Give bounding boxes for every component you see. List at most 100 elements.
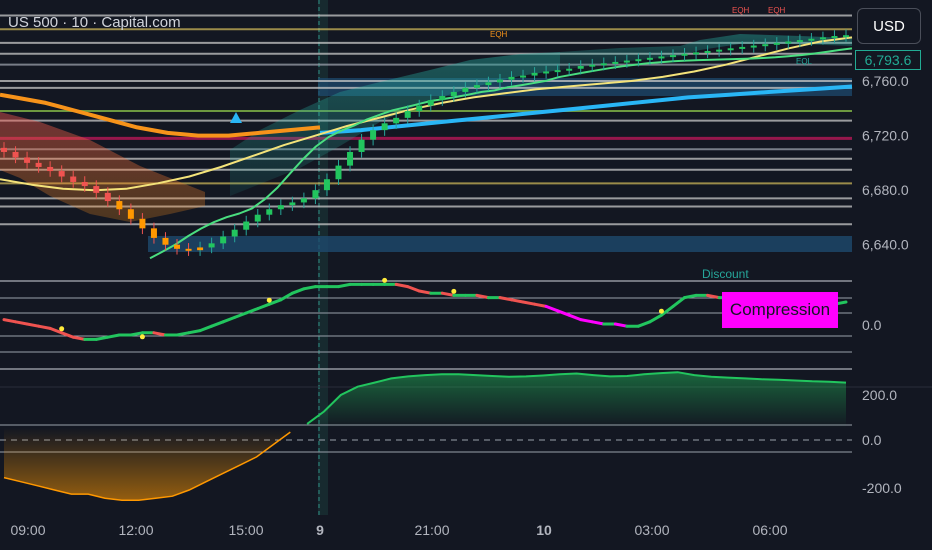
signal-dot [451,288,457,294]
oscillator-segment [233,311,248,319]
candle-body [323,179,330,191]
candle-body [704,51,711,54]
oscillator-axis-label: 0.0 [862,317,882,333]
oscillator-segment [556,309,571,317]
candle-body [485,82,492,86]
oscillator-segment [579,318,594,324]
oscillator-segment [175,331,191,337]
time-axis-label: 12:00 [118,522,153,538]
candle-body [185,248,192,251]
candle-body [47,166,54,172]
oscillator-segment [475,293,490,300]
oscillator-segment [279,291,294,302]
candle-body [393,117,400,124]
price-axis-label: 6,680.0 [862,182,909,198]
price-axis-label: 6,720.0 [862,128,909,144]
candle-body [427,100,434,106]
symbol-title: US 500 · 10 · Capital.com [8,14,181,31]
candle-body [231,229,238,237]
oscillator-segment [336,282,352,289]
oscillator-segment [533,302,548,308]
momentum-axis-label: 0.0 [862,432,882,448]
candle-body [254,214,261,222]
candle-body [358,139,365,152]
candle-body [612,61,619,64]
demand-zone [148,236,852,252]
candle-body [520,75,527,78]
oscillator-segment [683,293,698,300]
candle-body [693,52,700,55]
candle-body [81,181,88,187]
candle-body [554,70,561,73]
oscillator-segment [544,304,560,313]
momentum-axis-label: 200.0 [862,387,897,403]
candle-body [727,48,734,51]
candle-body [439,96,446,101]
candle-body [58,171,65,177]
oscillator-segment [60,331,75,339]
candle-body [370,130,377,140]
candle-body [127,209,134,219]
candle-body [289,202,296,206]
time-axis-label: 06:00 [752,522,787,538]
candle-body [24,157,31,163]
candle-body [335,165,342,180]
candle-body [750,45,757,48]
oscillator-segment [198,324,214,333]
candle-body [150,228,157,238]
signal-dot [266,297,272,303]
candle-body [208,243,215,248]
candle-body [162,237,169,245]
bear-cloud [0,112,205,222]
oscillator-segment [706,293,721,300]
candle-body [762,44,769,47]
momentum-axis-label: -200.0 [862,480,902,496]
oscillator-segment [152,331,167,337]
oscillator-segment [510,298,525,304]
oscillator-segment [440,291,456,297]
candle-body [312,190,319,199]
price-axis-label: 6,760.0 [862,73,909,89]
currency-button[interactable]: USD [857,8,921,44]
oscillator-segment [71,335,87,341]
last-price-tag: 6,793.6 [855,50,921,70]
candle-body [796,40,803,43]
candle-body [831,36,838,39]
candle-body [473,85,480,88]
compression-badge: Compression [722,292,838,328]
candle-body [669,55,676,58]
oscillator-segment [648,313,663,324]
candle-body [70,176,77,182]
candle-body [243,221,250,230]
oscillator-segment [94,335,110,341]
candle-body [819,37,826,40]
trading-chart[interactable]: Discount 6,640.0 6,680.0 6,720.0 6,760.0 0.0… [0,0,932,550]
candle-body [600,63,607,66]
oscillator-segment [221,315,237,324]
oscillator-segment [417,289,433,295]
candle-body [773,42,780,45]
time-axis-label: 15:00 [228,522,263,538]
candle-body [12,151,19,158]
eqh-label-3: EQH [768,6,786,15]
oscillator-segment [2,318,18,324]
candle-body [1,147,7,152]
candle-body [139,218,146,229]
candle-body [197,247,204,251]
bull-cloud [230,52,560,196]
candle-body [543,71,550,74]
momentum-positive-area [307,372,847,428]
oscillator-segment [37,324,52,330]
candle-body [220,236,227,244]
candle-body [277,205,284,210]
oscillator-segment [244,307,260,315]
candle-body [347,151,354,166]
candle-body [35,162,42,167]
candle-body [681,53,688,56]
candle-body [739,46,746,49]
oscillator-segment [671,296,687,308]
momentum-pane [0,371,932,502]
oscillator-segment [613,322,629,328]
oscillator-segment [106,333,121,339]
time-axis-label: 10 [536,522,552,538]
